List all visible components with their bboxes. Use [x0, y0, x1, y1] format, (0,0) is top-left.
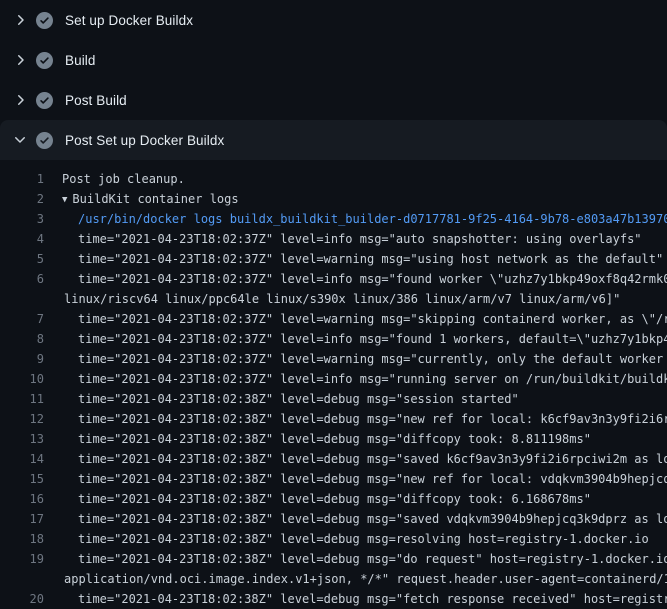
check-circle-icon [36, 132, 53, 149]
log-line: 13time="2021-04-23T18:02:38Z" level=debu… [0, 429, 667, 449]
log-line-number[interactable]: 7 [0, 309, 44, 329]
log-line-number[interactable]: 11 [0, 389, 44, 409]
log-line: 8time="2021-04-23T18:02:37Z" level=info … [0, 329, 667, 349]
check-circle-icon [36, 12, 53, 29]
log-line-number[interactable]: 15 [0, 469, 44, 489]
log-line-text: time="2021-04-23T18:02:37Z" level=info m… [44, 369, 667, 389]
log-line: 14time="2021-04-23T18:02:38Z" level=debu… [0, 449, 667, 469]
log-line: 3/usr/bin/docker logs buildx_buildkit_bu… [0, 209, 667, 229]
step-label: Post Build [65, 93, 127, 108]
log-line: 2▼BuildKit container logs [0, 189, 667, 209]
chevron-down-icon[interactable] [12, 132, 28, 148]
log-line-text: time="2021-04-23T18:02:37Z" level=info m… [44, 269, 667, 289]
log-line-number[interactable]: 5 [0, 249, 44, 269]
log-line-text: time="2021-04-23T18:02:38Z" level=debug … [44, 509, 667, 529]
log-line-text: time="2021-04-23T18:02:37Z" level=warnin… [44, 349, 667, 369]
log-line-number[interactable]: 19 [0, 549, 44, 569]
log-line-number[interactable]: 18 [0, 529, 44, 549]
log-line-text: time="2021-04-23T18:02:38Z" level=debug … [44, 409, 667, 429]
step-label: Post Set up Docker Buildx [65, 133, 224, 148]
log-line-number [0, 569, 44, 589]
log-line-text: time="2021-04-23T18:02:37Z" level=warnin… [44, 249, 663, 269]
log-line-text: time="2021-04-23T18:02:38Z" level=debug … [44, 469, 667, 489]
log-line: 16time="2021-04-23T18:02:38Z" level=debu… [0, 489, 667, 509]
log-line-number[interactable]: 4 [0, 229, 44, 249]
log-line-number [0, 289, 44, 309]
chevron-right-icon[interactable] [12, 12, 28, 28]
log-line-text: time="2021-04-23T18:02:38Z" level=debug … [44, 489, 591, 509]
log-line-number[interactable]: 10 [0, 369, 44, 389]
log-line-number[interactable]: 2 [0, 189, 44, 209]
log-line-text: application/vnd.oci.image.index.v1+json,… [44, 569, 667, 589]
log-line: 15time="2021-04-23T18:02:38Z" level=debu… [0, 469, 667, 489]
log-line-number[interactable]: 9 [0, 349, 44, 369]
log-line-text: time="2021-04-23T18:02:37Z" level=info m… [44, 329, 667, 349]
log-line-text: time="2021-04-23T18:02:38Z" level=debug … [44, 389, 519, 409]
check-circle-icon [36, 92, 53, 109]
log-line: 18time="2021-04-23T18:02:38Z" level=debu… [0, 529, 667, 549]
log-line: 9time="2021-04-23T18:02:37Z" level=warni… [0, 349, 667, 369]
step-row-set-up-docker-buildx[interactable]: Set up Docker Buildx [0, 0, 667, 40]
log-line-number[interactable]: 6 [0, 269, 44, 289]
log-line: 11time="2021-04-23T18:02:38Z" level=debu… [0, 389, 667, 409]
log-line-text: Post job cleanup. [44, 169, 185, 189]
log-line: 5time="2021-04-23T18:02:37Z" level=warni… [0, 249, 667, 269]
check-circle-icon [36, 52, 53, 69]
log-line-number[interactable]: 13 [0, 429, 44, 449]
log-line: 6time="2021-04-23T18:02:37Z" level=info … [0, 269, 667, 289]
log-line-number[interactable]: 1 [0, 169, 44, 189]
log-line: application/vnd.oci.image.index.v1+json,… [0, 569, 667, 589]
steps-list: Set up Docker Buildx Build Post Build Po… [0, 0, 667, 160]
log-command-text: /usr/bin/docker logs buildx_buildkit_bui… [44, 209, 667, 229]
log-line: 17time="2021-04-23T18:02:38Z" level=debu… [0, 509, 667, 529]
log-line: 12time="2021-04-23T18:02:38Z" level=debu… [0, 409, 667, 429]
group-collapse-triangle-icon[interactable]: ▼ [62, 190, 67, 209]
log-line-text: linux/riscv64 linux/ppc64le linux/s390x … [44, 289, 620, 309]
step-row-post-set-up-docker-buildx[interactable]: Post Set up Docker Buildx [0, 120, 667, 160]
log-line-text: time="2021-04-23T18:02:38Z" level=debug … [44, 589, 667, 609]
chevron-right-icon[interactable] [12, 92, 28, 108]
log-line-text: time="2021-04-23T18:02:37Z" level=warnin… [44, 309, 667, 329]
step-row-post-build[interactable]: Post Build [0, 80, 667, 120]
log-line-number[interactable]: 20 [0, 589, 44, 609]
log-panel: 1Post job cleanup.2▼BuildKit container l… [0, 160, 667, 609]
log-line: 20time="2021-04-23T18:02:38Z" level=debu… [0, 589, 667, 609]
log-line-number[interactable]: 3 [0, 209, 44, 229]
log-line: 7time="2021-04-23T18:02:37Z" level=warni… [0, 309, 667, 329]
step-label: Build [65, 53, 96, 68]
step-label: Set up Docker Buildx [65, 13, 193, 28]
log-line-text: ▼BuildKit container logs [44, 189, 239, 209]
log-line-number[interactable]: 12 [0, 409, 44, 429]
log-line-text: time="2021-04-23T18:02:38Z" level=debug … [44, 549, 667, 569]
log-line-number[interactable]: 8 [0, 329, 44, 349]
log-line-text: time="2021-04-23T18:02:38Z" level=debug … [44, 529, 649, 549]
chevron-right-icon[interactable] [12, 52, 28, 68]
log-line: 4time="2021-04-23T18:02:37Z" level=info … [0, 229, 667, 249]
log-line-number[interactable]: 16 [0, 489, 44, 509]
log-line-text: time="2021-04-23T18:02:38Z" level=debug … [44, 449, 667, 469]
log-line: linux/riscv64 linux/ppc64le linux/s390x … [0, 289, 667, 309]
log-line-number[interactable]: 17 [0, 509, 44, 529]
log-line-text: time="2021-04-23T18:02:37Z" level=info m… [44, 229, 642, 249]
log-line: 1Post job cleanup. [0, 169, 667, 189]
log-line-number[interactable]: 14 [0, 449, 44, 469]
step-row-build[interactable]: Build [0, 40, 667, 80]
log-line: 19time="2021-04-23T18:02:38Z" level=debu… [0, 549, 667, 569]
log-line-text: time="2021-04-23T18:02:38Z" level=debug … [44, 429, 591, 449]
log-line: 10time="2021-04-23T18:02:37Z" level=info… [0, 369, 667, 389]
